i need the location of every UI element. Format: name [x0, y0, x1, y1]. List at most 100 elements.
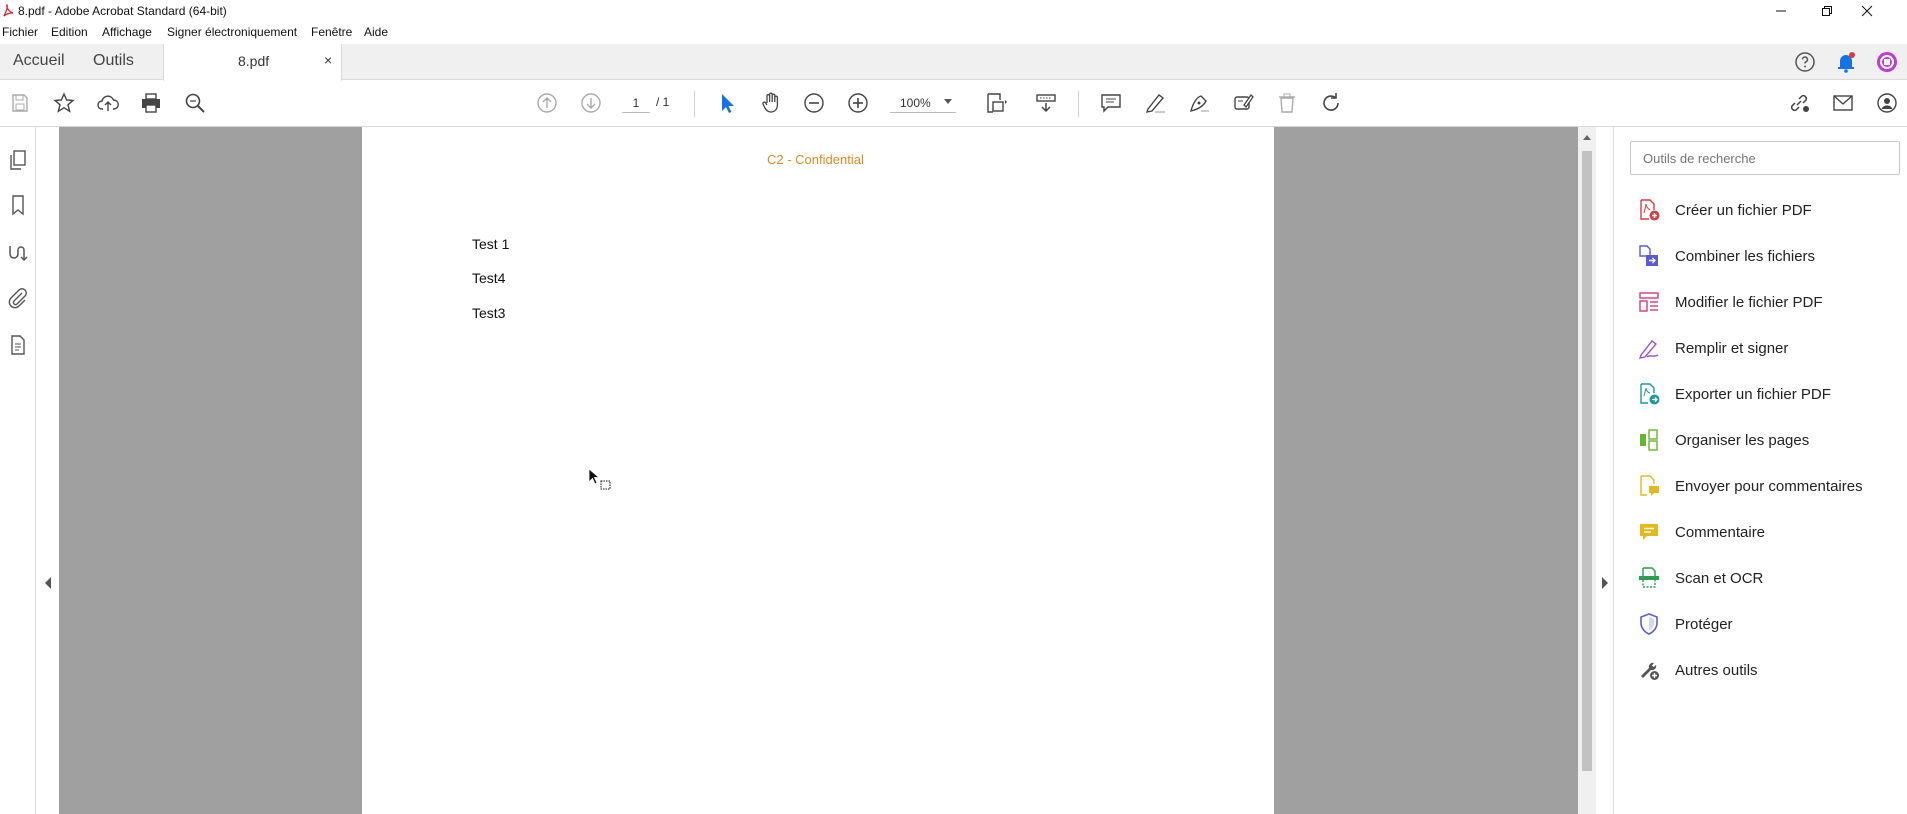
help-icon[interactable] — [1793, 50, 1817, 74]
document-line: Test3 — [472, 305, 506, 321]
menu-affichage[interactable]: Affichage — [102, 25, 152, 39]
comment-tool-icon — [1637, 520, 1661, 544]
delete-icon[interactable] — [1275, 91, 1299, 115]
tool-label: Autres outils — [1675, 662, 1758, 679]
attachment-icon[interactable] — [6, 286, 30, 310]
page-number-input[interactable]: 1 — [622, 93, 650, 113]
collapse-left-icon[interactable] — [45, 577, 51, 589]
scan-ocr-icon — [1637, 566, 1661, 590]
pdf-page[interactable]: C2 - Confidential Test 1 Test4 Test3 — [362, 127, 1274, 814]
menu-fichier[interactable]: Fichier — [2, 25, 38, 39]
tab-bar: Accueil Outils 8.pdf × — [0, 44, 1907, 81]
right-pane-collapse-strip[interactable] — [1596, 127, 1614, 814]
rotate-icon[interactable] — [1319, 91, 1343, 115]
tab-outils[interactable]: Outils — [93, 44, 134, 80]
tool-label: Créer un fichier PDF — [1675, 202, 1812, 219]
tool-fill-sign[interactable]: Remplir et signer — [1637, 332, 1902, 364]
menu-signer[interactable]: Signer électroniquement — [167, 25, 297, 39]
tool-label: Protéger — [1675, 616, 1733, 633]
next-page-icon[interactable] — [579, 91, 603, 115]
scroll-up-icon[interactable] — [1583, 135, 1591, 140]
more-tools-icon — [1637, 658, 1661, 682]
highlight-icon[interactable] — [1143, 91, 1167, 115]
zoom-out-icon[interactable] — [802, 91, 826, 115]
export-pdf-icon — [1637, 382, 1661, 406]
sign-icon[interactable] — [1187, 91, 1211, 115]
create-pdf-icon — [1637, 198, 1661, 222]
close-icon[interactable] — [1861, 0, 1907, 22]
cloud-upload-icon[interactable] — [96, 91, 120, 115]
menu-fenetre[interactable]: Fenêtre — [311, 25, 352, 39]
tool-export-pdf[interactable]: Exporter un fichier PDF — [1637, 378, 1902, 410]
page-header: C2 - Confidential — [767, 152, 864, 167]
tools-search-input[interactable] — [1630, 141, 1900, 175]
protect-icon — [1637, 612, 1661, 636]
send-comments-icon — [1637, 474, 1661, 498]
acrobat-app-icon — [2, 4, 14, 18]
title-bar: 8.pdf - Adobe Acrobat Standard (64-bit) — [0, 0, 1907, 22]
tool-combine-files[interactable]: Combiner les fichiers — [1637, 240, 1902, 272]
notification-bell-icon[interactable] — [1834, 50, 1858, 74]
toolbar-divider — [694, 91, 695, 117]
share-link-icon[interactable] — [1787, 91, 1811, 115]
tool-protect[interactable]: Protéger — [1637, 608, 1902, 640]
tool-label: Commentaire — [1675, 524, 1766, 541]
save-icon[interactable] — [8, 91, 32, 115]
tab-document-label: 8.pdf — [238, 53, 270, 69]
toolbar-divider — [1078, 91, 1079, 117]
tool-label: Envoyer pour commentaires — [1675, 478, 1863, 495]
scrollbar-thumb[interactable] — [1582, 151, 1592, 771]
vertical-scrollbar[interactable] — [1578, 127, 1596, 814]
hand-icon[interactable] — [759, 91, 783, 115]
minimize-icon[interactable] — [1775, 0, 1821, 22]
tool-label: Exporter un fichier PDF — [1675, 386, 1831, 403]
menu-aide[interactable]: Aide — [364, 25, 388, 39]
select-cursor-icon[interactable] — [715, 91, 739, 115]
page-total: / 1 — [656, 95, 670, 109]
tool-send-comments[interactable]: Envoyer pour commentaires — [1637, 470, 1902, 502]
chevron-down-icon[interactable] — [944, 99, 952, 104]
organize-pages-icon — [1637, 428, 1661, 452]
star-icon[interactable] — [52, 91, 76, 115]
tool-label: Scan et OCR — [1675, 570, 1764, 587]
edit-pdf-icon — [1637, 290, 1661, 314]
menu-bar: Fichier Edition Affichage Signer électro… — [0, 22, 1907, 44]
tab-close-icon[interactable]: × — [324, 52, 332, 68]
tool-create-pdf[interactable]: Créer un fichier PDF — [1637, 194, 1902, 226]
signature-panel-icon[interactable] — [6, 240, 30, 264]
document-line: Test4 — [472, 270, 506, 286]
tool-label: Combiner les fichiers — [1675, 248, 1816, 265]
comment-icon[interactable] — [1099, 91, 1123, 115]
tool-organize-pages[interactable]: Organiser les pages — [1637, 424, 1902, 456]
tool-more-tools[interactable]: Autres outils — [1637, 654, 1902, 686]
left-pane-collapse-strip[interactable] — [37, 127, 59, 814]
tab-document[interactable]: 8.pdf × — [163, 44, 342, 81]
tool-comment[interactable]: Commentaire — [1637, 516, 1902, 548]
collapse-right-icon[interactable] — [1602, 577, 1608, 589]
zoom-in-icon[interactable] — [846, 91, 870, 115]
scroll-mode-icon[interactable] — [1034, 91, 1058, 115]
search-icon[interactable] — [183, 91, 207, 115]
stamp-icon[interactable] — [1231, 91, 1255, 115]
menu-edition[interactable]: Edition — [51, 25, 88, 39]
print-icon[interactable] — [139, 91, 163, 115]
tool-scan-ocr[interactable]: Scan et OCR — [1637, 562, 1902, 594]
left-nav-pane — [0, 127, 36, 814]
tool-label: Remplir et signer — [1675, 340, 1789, 357]
prev-page-icon[interactable] — [535, 91, 559, 115]
document-properties-icon[interactable] — [6, 333, 30, 357]
page-thumbnails-icon[interactable] — [6, 148, 30, 172]
page-fit-icon[interactable] — [984, 91, 1008, 115]
mouse-cursor-icon — [588, 468, 612, 492]
combine-files-icon — [1637, 244, 1661, 268]
window-title: 8.pdf - Adobe Acrobat Standard (64-bit) — [18, 4, 227, 18]
tool-edit-pdf[interactable]: Modifier le fichier PDF — [1637, 286, 1902, 318]
avatar[interactable] — [1875, 50, 1899, 74]
tools-panel: Créer un fichier PDF Combiner les fichie… — [1615, 127, 1907, 814]
bookmark-icon[interactable] — [6, 193, 30, 217]
document-line: Test 1 — [472, 236, 510, 252]
email-icon[interactable] — [1831, 91, 1855, 115]
account-icon[interactable] — [1875, 91, 1899, 115]
tool-label: Organiser les pages — [1675, 432, 1810, 449]
tab-accueil[interactable]: Accueil — [13, 44, 65, 80]
